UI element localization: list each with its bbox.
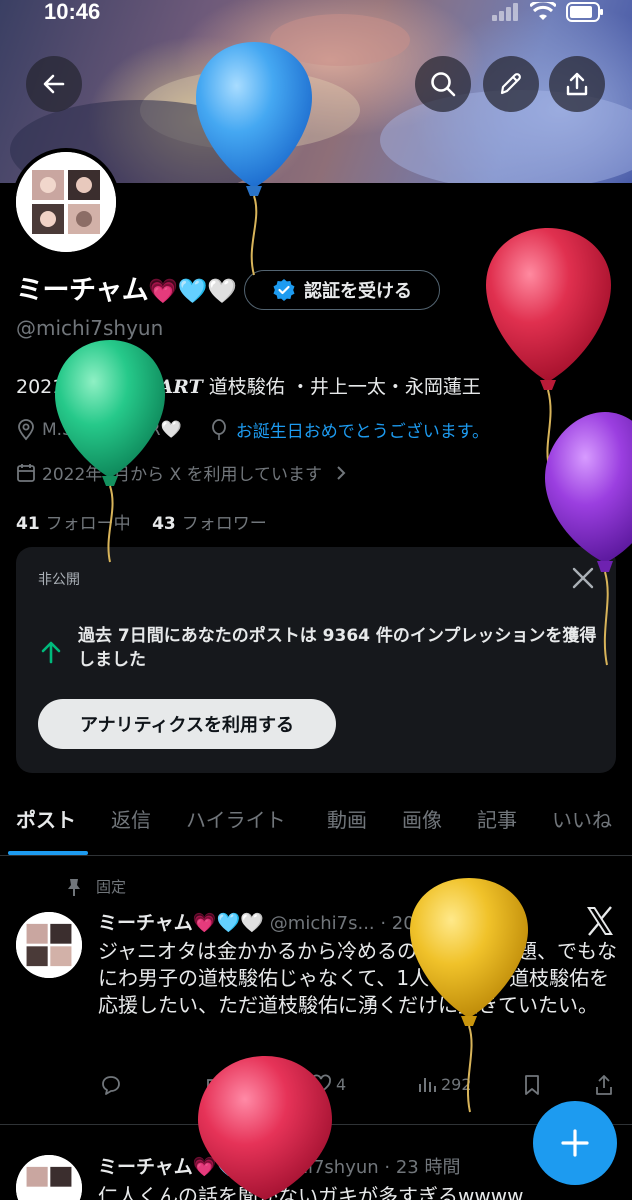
pencil-icon [500,73,521,95]
joined-row[interactable]: 2022年3月から X を利用しています [16,460,348,485]
following-count: 41 [16,514,40,534]
repost-icon [207,1075,223,1095]
post-header: ミーチャム💗🩵🤍 @michi7s... · 2024/04/29 [98,908,496,935]
reply-button[interactable] [100,1074,122,1096]
bookmark-icon [525,1075,539,1095]
post-share-button[interactable] [594,1074,614,1096]
post-author-name[interactable]: ミーチャム💗🩵🤍 [98,912,264,934]
wifi-icon [530,2,556,20]
pinned-label: 固定 [96,878,127,896]
joined-text: 2022年3月から X を利用しています [42,465,323,485]
tab-videos[interactable]: 動画 [327,804,367,833]
verified-badge-icon [273,279,295,301]
signal-icon [492,3,518,21]
display-name-text: ミーチャム [16,275,149,306]
compose-post-button[interactable] [533,1101,617,1185]
follow-stats: 41 フォロー中 43 フォロワー [16,509,267,534]
status-bar: 10:46 [0,0,632,30]
profile-avatar[interactable] [12,148,120,256]
tab-likes[interactable]: いいね [552,804,612,833]
red-balloon [486,228,611,471]
pin-icon [68,878,80,896]
battery-icon [566,2,603,22]
views-button[interactable]: 292 [417,1074,472,1094]
post-author-emojis: 💗🩵🤍 [192,912,264,934]
tab-highlights[interactable]: ハイライト [186,804,286,833]
post-text: 仁人くんの話を聞かないガキが多すぎるwwww [98,1184,524,1200]
profile-location: M.S💚I.I💚N.R🤍 [42,419,182,440]
like-button[interactable]: 4 [310,1074,346,1094]
post-avatar-collage [16,1155,82,1200]
name-emojis: 💗🩵🤍 [148,277,237,305]
avatar-collage [16,152,116,252]
status-time: 10:46 [44,0,101,24]
heart-icon [311,1074,331,1094]
followers-link[interactable]: 43 フォロワー [152,514,267,534]
birthday-text[interactable]: お誕生日おめでとうございます。 [236,417,489,442]
post-text: ジャニオタは金かかるから冷めるのも時間の問題、でもなにわ男子の道枝駿佑じゃなくて… [98,939,617,1017]
profile-meta-row: M.S💚I.I💚N.R🤍 お誕生日おめでとうございます。 [16,417,489,442]
edit-button[interactable] [483,56,539,112]
pinned-indicator: 固定 [66,876,126,897]
balloon-icon [211,418,226,440]
bio-prefix: 2021:11:12 [16,376,132,398]
bio-suffix: 道枝駿佑 ・井上一太・永岡蓮王 [202,376,481,398]
post-author-emojis: 💗🩵 [192,1156,241,1178]
share-button[interactable] [549,56,605,112]
followers-label: フォロワー [181,514,267,534]
private-label: 非公開 [38,572,80,588]
profile-bio: 2021:11:12 START 道枝駿佑 ・井上一太・永岡蓮王 [16,372,481,399]
back-button[interactable] [26,56,82,112]
following-link[interactable]: 41 フォロー中 [16,514,131,534]
post-handle-time: @michi7s... · 2024/04/29 [269,913,496,934]
chevron-right-icon [337,465,346,480]
impressions-message: 過去 7日間にあなたのポストは 9364 件のインプレッションを獲得しました [78,626,597,670]
post-author-text: ミーチャム [98,912,193,934]
close-icon[interactable] [570,565,596,591]
profile-tabs: ポスト 返信 ハイライト 動画 画像 記事 いいね [0,794,632,856]
plus-icon [561,1129,589,1157]
verify-button-label: 認証を受ける [304,281,412,302]
post-header: ミーチャム💗🩵 @michi7shyun · 23 時間 [98,1152,460,1179]
repost-button[interactable] [203,1074,227,1096]
arrow-up-icon [41,641,61,664]
get-verified-button[interactable]: 認証を受ける [244,270,440,310]
post-avatar-collage [16,912,82,978]
analytics-button[interactable]: アナリティクスを利用する [38,699,336,749]
search-button[interactable] [415,56,471,112]
following-label: フォロー中 [45,514,131,534]
post-handle-time: @michi7shyun · 23 時間 [246,1157,461,1178]
post-author-name[interactable]: ミーチャム💗🩵 [98,1156,240,1178]
post-avatar[interactable] [16,912,82,978]
profile-display-name: ミーチャム💗🩵🤍 [16,268,237,307]
analytics-bars-icon [419,1078,436,1092]
calendar-icon [17,463,35,482]
active-tab-indicator [8,851,88,855]
share-icon [596,1075,612,1095]
post-avatar[interactable] [16,1155,82,1200]
search-icon [431,72,456,97]
share-icon [566,72,588,96]
tab-posts[interactable]: ポスト [16,804,76,833]
view-count: 292 [441,1074,472,1094]
followers-count: 43 [152,514,176,534]
post-author-text: ミーチャム [98,1156,193,1178]
bio-fancy-text: START [131,376,203,398]
profile-handle: @michi7shyun [16,316,164,340]
reply-icon [102,1076,120,1095]
analytics-card: 非公開 過去 7日間にあなたのポストは 9364 件のインプレッションを獲得しま… [16,547,616,773]
like-count: 4 [336,1074,347,1094]
x-logo-icon [587,906,613,936]
location-pin-icon [18,418,34,440]
tab-articles[interactable]: 記事 [477,804,517,833]
tab-images[interactable]: 画像 [402,804,442,833]
tab-replies[interactable]: 返信 [111,804,151,833]
bookmark-button[interactable] [522,1074,542,1096]
arrow-left-icon [43,74,65,94]
